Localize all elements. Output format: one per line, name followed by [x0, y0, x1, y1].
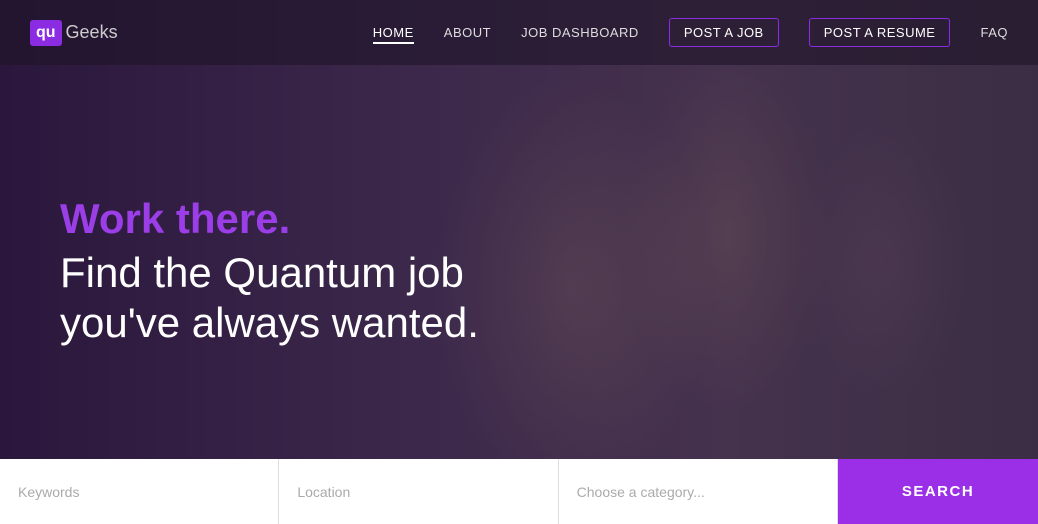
hero-subtitle: Find the Quantum job you've always wante… [60, 248, 978, 349]
hero-subtitle-line2: you've always wanted. [60, 299, 479, 346]
nav-item-job-dashboard[interactable]: JOB DASHBOARD [521, 24, 639, 42]
search-button[interactable]: SEARCH [838, 459, 1038, 524]
search-bar: SEARCH [0, 459, 1038, 524]
hero-subtitle-line1: Find the Quantum job [60, 249, 464, 296]
hero-tagline: Work there. [60, 196, 978, 242]
nav-links: HOME ABOUT JOB DASHBOARD POST A JOB POST… [373, 24, 1008, 42]
nav-item-about[interactable]: ABOUT [444, 24, 491, 42]
nav-link-about[interactable]: ABOUT [444, 25, 491, 40]
logo-text: Geeks [66, 22, 118, 43]
nav-link-post-resume[interactable]: POST A RESUME [809, 18, 951, 47]
nav-link-job-dashboard[interactable]: JOB DASHBOARD [521, 25, 639, 40]
category-input[interactable] [559, 459, 838, 524]
navbar: qu Geeks HOME ABOUT JOB DASHBOARD POST A… [0, 0, 1038, 65]
nav-item-post-job[interactable]: POST A JOB [669, 24, 779, 42]
nav-link-faq[interactable]: FAQ [980, 25, 1008, 40]
nav-item-home[interactable]: HOME [373, 24, 414, 42]
nav-item-faq[interactable]: FAQ [980, 24, 1008, 42]
location-input[interactable] [279, 459, 558, 524]
nav-link-home[interactable]: HOME [373, 25, 414, 44]
nav-item-post-resume[interactable]: POST A RESUME [809, 24, 951, 42]
keywords-input[interactable] [0, 459, 279, 524]
hero-content: Work there. Find the Quantum job you've … [0, 196, 1038, 349]
logo-box: qu [30, 20, 62, 46]
hero-section: qu Geeks HOME ABOUT JOB DASHBOARD POST A… [0, 0, 1038, 524]
nav-link-post-job[interactable]: POST A JOB [669, 18, 779, 47]
logo[interactable]: qu Geeks [30, 20, 118, 46]
